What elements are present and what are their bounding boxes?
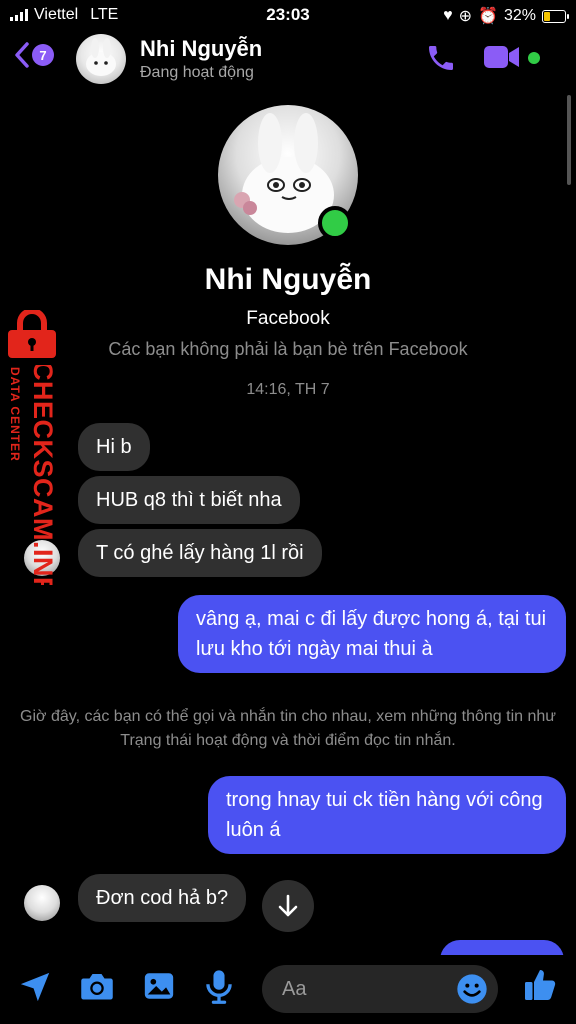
battery-icon [542,9,569,23]
contact-name[interactable]: Nhi Nguyễn [140,36,262,62]
unread-badge: 7 [32,44,54,66]
message-bubble-outgoing[interactable]: trong hnay tui ck tiền hàng với công luô… [208,776,566,854]
message-bubble-incoming[interactable]: Đơn cod hả b? [78,874,247,922]
battery-percent: 32% [503,7,536,24]
microphone-icon [206,970,232,1004]
scroll-to-bottom-button[interactable] [262,880,314,932]
video-call-button[interactable] [483,44,521,75]
online-indicator [528,52,540,64]
heart-icon: ♥ [443,7,453,24]
phone-icon [429,46,453,70]
message-bubble-incoming[interactable]: Hi b [78,423,150,471]
like-button[interactable] [522,967,558,1008]
message-input[interactable]: Aa [262,965,498,1013]
svg-text:CHECKSCAM.INFO: CHECKSCAM.INFO [28,365,56,585]
active-status: Đang hoạt động [140,64,254,81]
arrow-down-icon [278,894,298,917]
gallery-button[interactable] [142,969,176,1008]
camera-button[interactable] [79,969,115,1008]
location-arrow-icon [20,972,50,1002]
video-camera-icon [484,46,519,68]
emoji-icon [457,974,487,1004]
conversation-header: 7 Nhi Nguyễn Đang hoạt động [0,30,576,90]
back-button[interactable]: 7 [14,42,54,68]
location-button[interactable] [18,969,52,1010]
voice-button[interactable] [205,969,233,1010]
profile-online-indicator [318,206,352,240]
avatar[interactable] [76,34,126,84]
system-notice: Giờ đây, các bạn có thể gọi và nhắn tin … [20,708,556,749]
watermark-logo: CHECKSCAM.INFO DATA CENTER [6,361,58,616]
profile-name: Nhi Nguyễn [204,263,372,296]
friendship-note: Các bạn không phải là bạn bè trên Facebo… [108,339,468,359]
sender-avatar[interactable] [24,885,60,921]
message-bubble-incoming[interactable]: HUB q8 thì t biết nha [78,476,300,524]
thumbs-up-icon [525,970,556,1000]
alarm-icon: ⏰ [478,8,498,25]
image-icon [144,973,174,999]
composer-bar: Aa [0,955,576,1024]
profile-platform: Facebook [246,308,330,329]
back-chevron-icon [15,42,29,68]
message-bubble-outgoing[interactable]: vâng ạ, mai c đi lấy được hong á, tại tu… [178,595,566,673]
message-bubble-incoming[interactable]: T có ghé lấy hàng 1l rồi [78,529,322,577]
camera-icon [81,974,113,1000]
message-input-placeholder: Aa [282,978,307,1000]
scrollbar[interactable] [567,95,571,185]
call-button[interactable] [425,42,457,79]
message-timestamp: 14:16, TH 7 [246,381,330,398]
svg-text:DATA CENTER: DATA CENTER [8,367,22,462]
orientation-lock-icon: ⊕ [458,8,473,25]
emoji-button[interactable] [456,973,488,1010]
watermark-lock-icon [4,308,60,360]
status-bar: Viettel LTE 23:03 ♥ ⊕ ⏰ 32% [0,0,576,30]
